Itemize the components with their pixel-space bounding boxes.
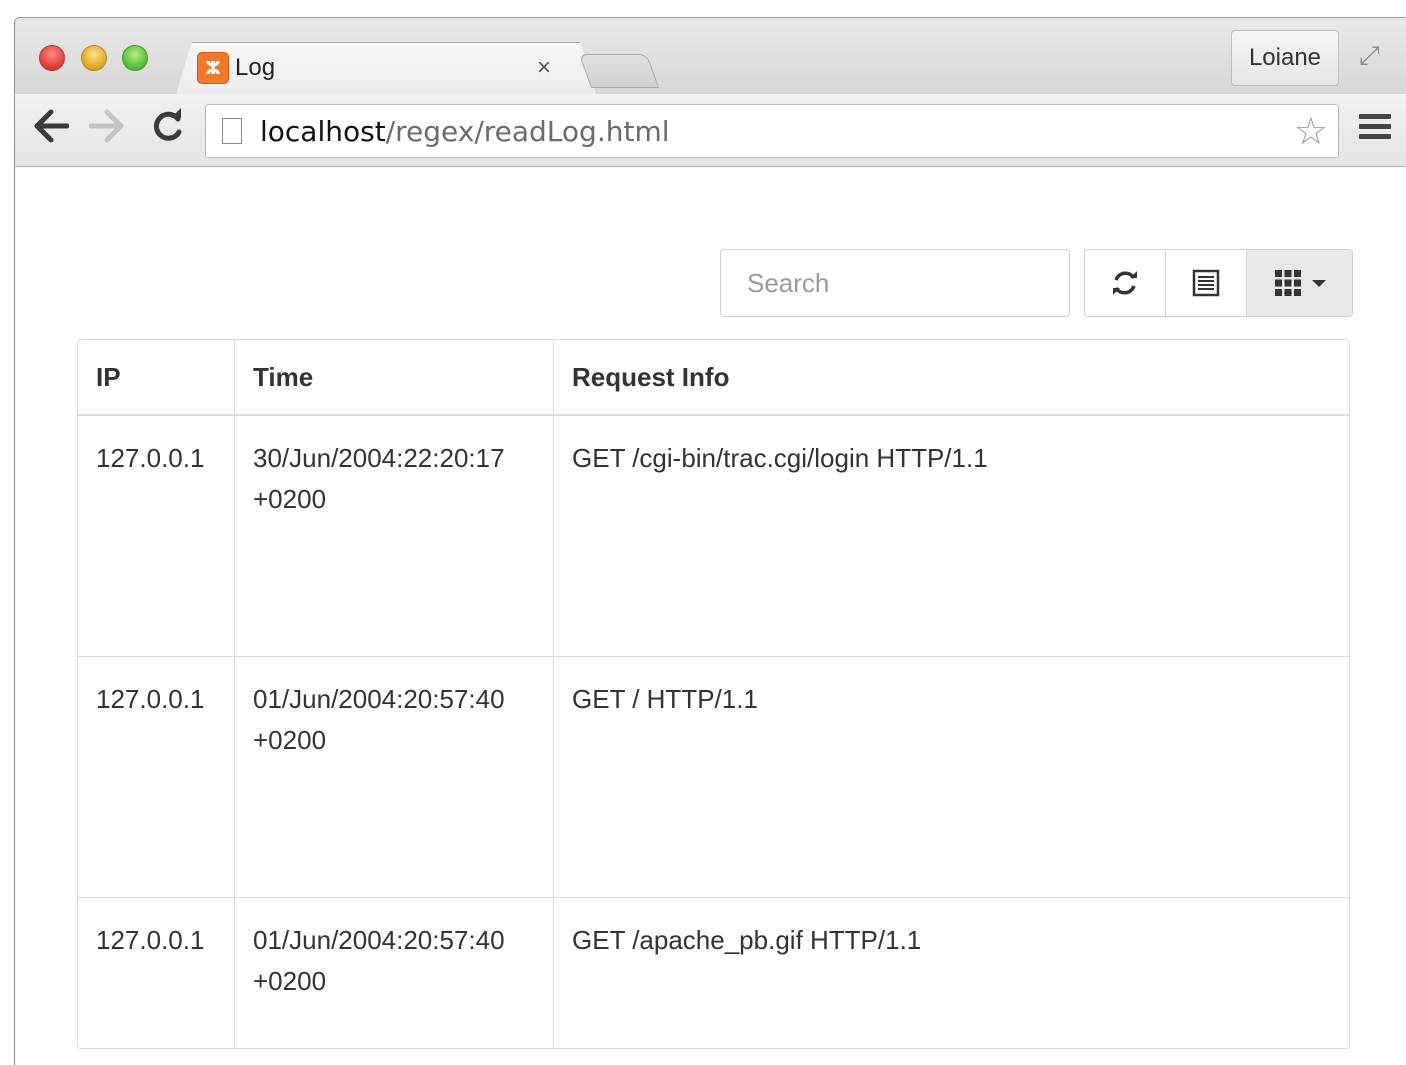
url-path: /regex/readLog.html — [385, 115, 670, 148]
zoom-window-button[interactable] — [122, 45, 148, 71]
cell-request: GET /cgi-bin/trac.cgi/login HTTP/1.1 — [553, 415, 1349, 657]
cell-time: 30/Jun/2004:22:20:17 +0200 — [234, 415, 554, 657]
profile-button[interactable]: Loiane — [1231, 30, 1339, 86]
header-request-info[interactable]: Request Info — [553, 340, 1349, 416]
timezone-value: +0200 — [253, 725, 327, 755]
table-header-row: IP Time Request Info — [78, 340, 1349, 416]
grid-icon — [1274, 270, 1301, 296]
columns-dropdown-button[interactable] — [1247, 250, 1352, 316]
timezone-value: +0200 — [253, 966, 327, 996]
chevron-down-icon — [1311, 279, 1326, 287]
tab-close-icon[interactable]: × — [537, 54, 551, 82]
timezone-value: +0200 — [253, 484, 327, 514]
list-icon — [1192, 269, 1220, 297]
table-toolbar-buttons — [1084, 249, 1353, 317]
header-ip[interactable]: IP — [78, 340, 235, 416]
bookmark-star-icon[interactable]: ☆ — [1294, 109, 1328, 154]
forward-arrow-icon[interactable] — [88, 106, 125, 156]
search-input[interactable] — [720, 249, 1070, 317]
tab-title: Log — [235, 54, 276, 81]
cell-time: 01/Jun/2004:20:57:40 +0200 — [234, 897, 554, 1048]
browser-toolbar: localhost/regex/readLog.html ☆ — [15, 94, 1406, 167]
url-text[interactable]: localhost/regex/readLog.html — [260, 115, 670, 148]
cell-ip: 127.0.0.1 — [78, 415, 235, 657]
fullscreen-icon[interactable]: ⤢ — [1359, 40, 1380, 72]
time-value: 01/Jun/2004:20:57:40 — [253, 684, 505, 714]
table-row[interactable]: 127.0.0.1 01/Jun/2004:20:57:40 +0200 GET … — [78, 656, 1349, 898]
cell-ip: 127.0.0.1 — [78, 656, 235, 898]
address-bar[interactable]: localhost/regex/readLog.html ☆ — [205, 104, 1339, 158]
back-arrow-icon[interactable] — [33, 106, 70, 156]
header-time[interactable]: Time — [234, 340, 554, 416]
hamburger-menu-icon[interactable] — [1359, 114, 1391, 144]
toggle-view-button[interactable] — [1166, 250, 1247, 316]
favicon-icon: ⵣ — [197, 52, 229, 84]
url-host: localhost — [260, 115, 386, 148]
refresh-button[interactable] — [1085, 250, 1166, 316]
table-row[interactable]: 127.0.0.1 30/Jun/2004:22:20:17 +0200 GET … — [78, 415, 1349, 657]
close-window-button[interactable] — [39, 45, 65, 71]
tab-strip: ⵣ Log × Loiane ⤢ — [15, 18, 1406, 97]
page-content: IP Time Request Info 127.0.0.1 30/Jun/20… — [15, 167, 1406, 1065]
time-value: 30/Jun/2004:22:20:17 — [253, 443, 505, 473]
cell-ip: 127.0.0.1 — [78, 897, 235, 1048]
time-value: 01/Jun/2004:20:57:40 — [253, 925, 505, 955]
refresh-icon — [1113, 271, 1137, 295]
page-icon — [222, 118, 242, 144]
cell-request: GET / HTTP/1.1 — [553, 656, 1349, 898]
minimize-window-button[interactable] — [81, 45, 107, 71]
log-table: IP Time Request Info 127.0.0.1 30/Jun/20… — [77, 339, 1350, 1049]
cell-time: 01/Jun/2004:20:57:40 +0200 — [234, 656, 554, 898]
new-tab-button[interactable] — [578, 54, 660, 88]
browser-window: ⵣ Log × Loiane ⤢ localhost/regex/readLog… — [14, 17, 1406, 1065]
cell-request: GET /apache_pb.gif HTTP/1.1 — [572, 925, 922, 955]
reload-icon[interactable] — [149, 106, 185, 156]
table-row[interactable]: 127.0.0.1 01/Jun/2004:20:57:40 +0200 GET … — [78, 897, 1349, 1048]
